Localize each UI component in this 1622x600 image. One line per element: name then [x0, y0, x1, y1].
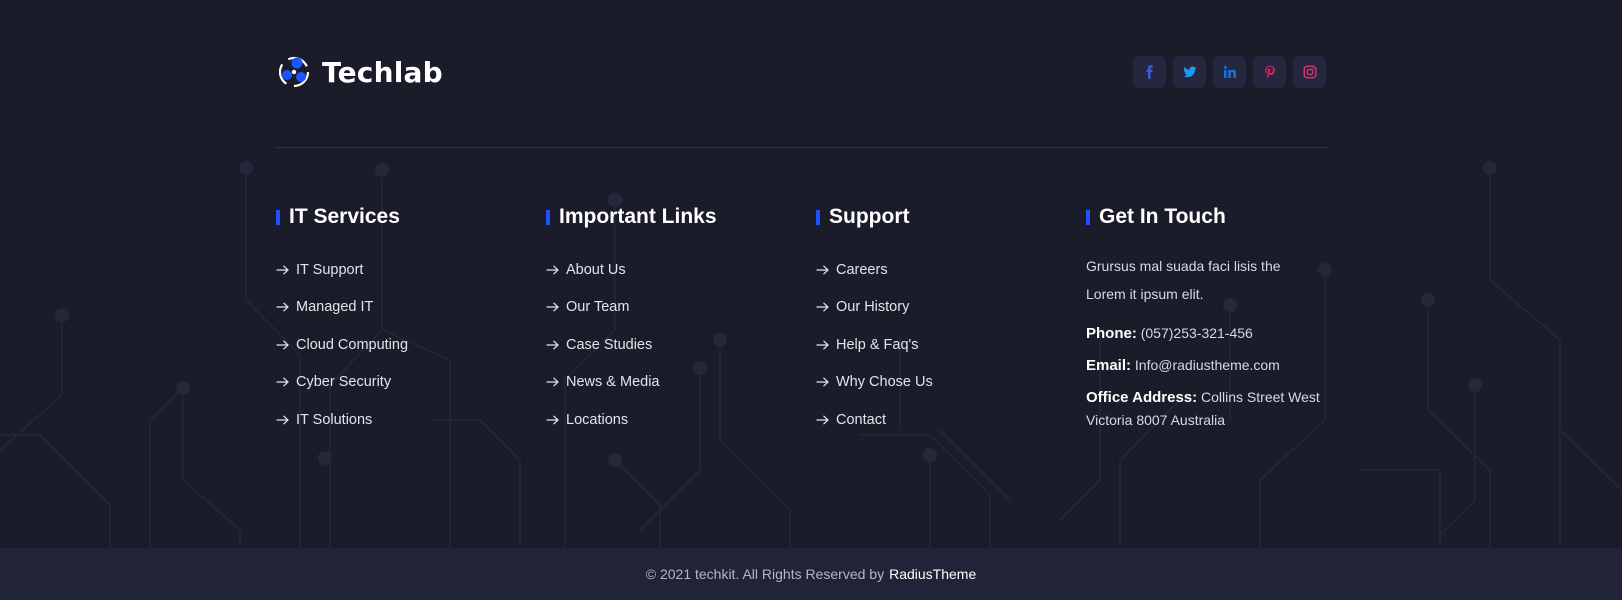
brand-name: Techlab — [322, 55, 443, 89]
accent-bar — [816, 209, 820, 225]
footer-link[interactable]: Our Team — [546, 289, 816, 327]
footer-link[interactable]: Our History — [816, 289, 1086, 327]
footer-link-label: Cyber Security — [296, 374, 392, 391]
phone-value[interactable]: (057)253-321-456 — [1141, 325, 1253, 341]
column-get-in-touch: Get In Touch Grursus mal suada faci lisi… — [1086, 202, 1328, 439]
link-list: About Us Our Team Case Studies News & Me… — [546, 251, 816, 439]
arrow-right-icon — [546, 377, 559, 387]
column-title: Important Links — [546, 202, 816, 232]
email-label: Email: — [1086, 357, 1132, 374]
footer-link[interactable]: Managed IT — [276, 289, 546, 327]
footer-link-label: Careers — [836, 261, 888, 278]
footer-top-row: Techlab — [276, 52, 1328, 92]
radiustheme-link[interactable]: RadiusTheme — [889, 566, 976, 582]
accent-bar — [276, 209, 280, 225]
arrow-right-icon — [276, 415, 289, 425]
footer-link[interactable]: Careers — [816, 251, 1086, 289]
copyright-text: © 2021 techkit. All Rights Reserved by — [645, 566, 885, 582]
pinterest-icon — [1264, 65, 1275, 79]
footer-link-label: IT Solutions — [296, 411, 373, 428]
footer-link-label: Our History — [836, 299, 910, 316]
footer-link-label: Cloud Computing — [296, 336, 409, 353]
link-list: IT Support Managed IT Cloud Computing Cy… — [276, 251, 546, 439]
footer-link-label: News & Media — [566, 374, 660, 391]
footer-link[interactable]: Help & Faq's — [816, 326, 1086, 364]
footer-link-label: Our Team — [566, 299, 630, 316]
link-list: Careers Our History Help & Faq's Why Cho… — [816, 251, 1086, 439]
column-support: Support Careers Our History Help & Faq's… — [816, 202, 1086, 439]
column-title-text: Important Links — [559, 205, 717, 228]
instagram-icon — [1303, 65, 1317, 79]
linkedin-icon — [1223, 65, 1236, 78]
contact-email: Email: Info@radiustheme.com — [1086, 354, 1328, 377]
footer-link[interactable]: IT Support — [276, 251, 546, 289]
arrow-right-icon — [816, 415, 829, 425]
footer-link[interactable]: Why Chose Us — [816, 364, 1086, 402]
arrow-right-icon — [546, 340, 559, 350]
twitter-icon — [1182, 66, 1196, 78]
footer-link[interactable]: Case Studies — [546, 326, 816, 364]
footer-link[interactable]: Cloud Computing — [276, 326, 546, 364]
footer-link-label: About Us — [566, 261, 626, 278]
column-title: IT Services — [276, 202, 546, 232]
atom-logo-icon — [278, 56, 310, 88]
footer-link-label: Case Studies — [566, 336, 653, 353]
contact-description: Grursus mal suada faci lisis the Lorem i… — [1086, 258, 1281, 302]
arrow-right-icon — [816, 302, 829, 312]
column-important-links: Important Links About Us Our Team Case S… — [546, 202, 816, 439]
arrow-right-icon — [276, 265, 289, 275]
copyright-bar: © 2021 techkit. All Rights Reserved by R… — [0, 548, 1622, 600]
twitter-button[interactable] — [1173, 56, 1206, 88]
arrow-right-icon — [276, 340, 289, 350]
footer-link-label: Help & Faq's — [836, 336, 919, 353]
facebook-button[interactable] — [1133, 56, 1166, 88]
footer-link[interactable]: Cyber Security — [276, 364, 546, 402]
footer-link-label: Contact — [836, 411, 886, 428]
arrow-right-icon — [816, 265, 829, 275]
footer-columns: IT Services IT Support Managed IT Cloud … — [276, 202, 1328, 439]
phone-label: Phone: — [1086, 325, 1137, 342]
address-label: Office Address: — [1086, 389, 1198, 406]
linkedin-button[interactable] — [1213, 56, 1246, 88]
footer-link-label: Managed IT — [296, 299, 374, 316]
column-title: Get In Touch — [1086, 202, 1328, 232]
contact-phone: Phone: (057)253-321-456 — [1086, 322, 1328, 345]
arrow-right-icon — [816, 377, 829, 387]
arrow-right-icon — [546, 265, 559, 275]
footer-link[interactable]: Locations — [546, 401, 816, 439]
arrow-right-icon — [276, 302, 289, 312]
footer-link[interactable]: IT Solutions — [276, 401, 546, 439]
arrow-right-icon — [816, 340, 829, 350]
footer-link[interactable]: About Us — [546, 251, 816, 289]
instagram-button[interactable] — [1293, 56, 1326, 88]
footer-link-label: Locations — [566, 411, 629, 428]
column-title-text: Get In Touch — [1099, 205, 1226, 228]
accent-bar — [1086, 209, 1090, 225]
footer-link-label: IT Support — [296, 261, 364, 278]
column-title: Support — [816, 202, 1086, 232]
column-title-text: IT Services — [289, 205, 400, 228]
facebook-icon — [1146, 65, 1153, 79]
footer-link[interactable]: Contact — [816, 401, 1086, 439]
brand-logo[interactable]: Techlab — [276, 54, 443, 90]
pinterest-button[interactable] — [1253, 56, 1286, 88]
column-it-services: IT Services IT Support Managed IT Cloud … — [276, 202, 546, 439]
footer-link[interactable]: News & Media — [546, 364, 816, 402]
social-links — [1133, 56, 1326, 88]
arrow-right-icon — [546, 302, 559, 312]
footer-main: Techlab IT Services IT Support Managed I… — [276, 0, 1328, 548]
arrow-right-icon — [546, 415, 559, 425]
email-value[interactable]: Info@radiustheme.com — [1135, 357, 1280, 373]
accent-bar — [546, 209, 550, 225]
arrow-right-icon — [276, 377, 289, 387]
footer-link-label: Why Chose Us — [836, 374, 933, 391]
footer-divider — [276, 147, 1328, 148]
column-title-text: Support — [829, 205, 910, 228]
contact-address: Office Address: Collins Street West Vict… — [1086, 386, 1328, 431]
